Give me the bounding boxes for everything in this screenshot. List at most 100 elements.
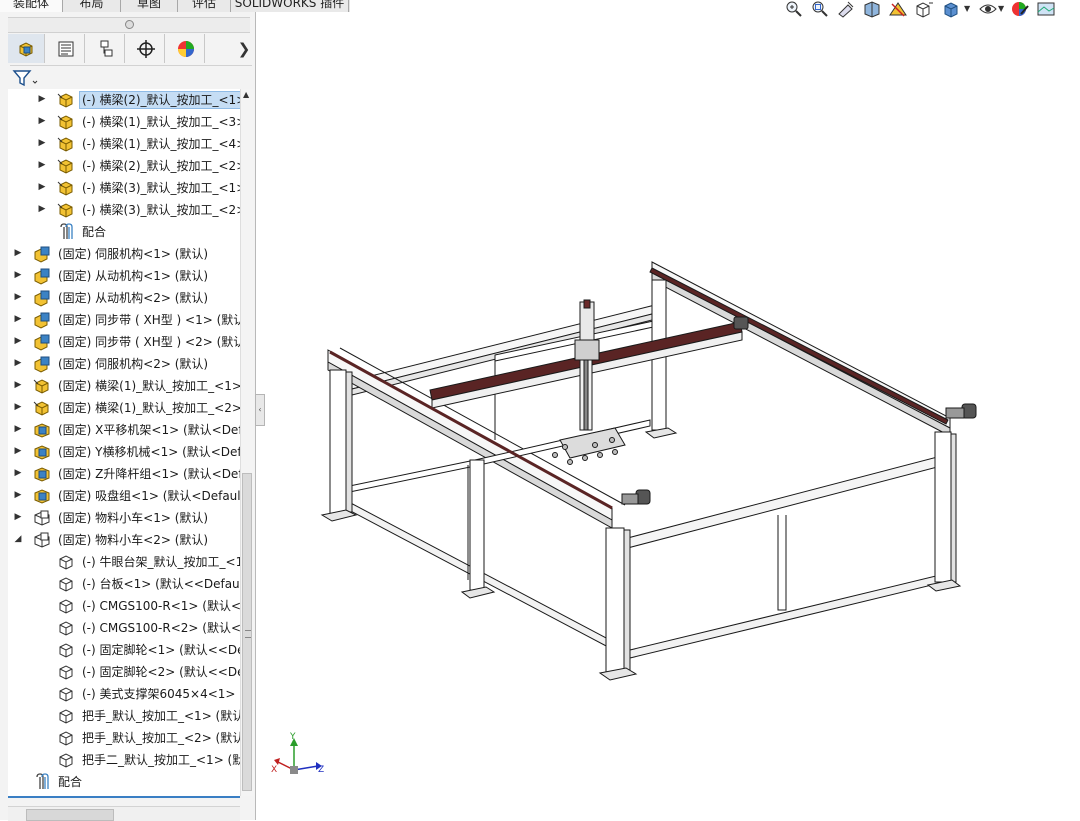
scrollbar-thumb[interactable] xyxy=(242,473,252,791)
part-icon xyxy=(56,178,76,198)
tab-layout[interactable]: 布局 xyxy=(63,0,121,12)
triad-z-label: Z xyxy=(318,765,324,775)
scene-icon[interactable] xyxy=(1036,0,1056,18)
tree-item[interactable]: ▶ (固定) 吸盘组<1> (默认<Default_ xyxy=(8,485,240,507)
tree-item-label: (-) 美式支撑架6045×4<1> (默 xyxy=(82,687,240,701)
chevron-right-icon[interactable]: ▶ xyxy=(12,357,24,369)
view-orientation-icon[interactable] xyxy=(914,0,934,18)
tree-item[interactable]: 把手_默认_按加工_<1> (默认) xyxy=(8,705,240,727)
panel-splitter[interactable] xyxy=(8,17,250,33)
tab-evaluate[interactable]: 评估 xyxy=(178,0,231,12)
tree-item[interactable]: ▶ (固定) 伺服机构<1> (默认) xyxy=(8,243,240,265)
chevron-down-icon[interactable]: ◢ xyxy=(12,533,24,545)
tree-item[interactable]: ▶ (-) 横梁(1)_默认_按加工_<3> xyxy=(8,111,240,133)
chevron-right-icon[interactable]: ▶ xyxy=(12,247,24,259)
tree-item-label: (固定) Y横移机械<1> (默认<Defa xyxy=(58,445,240,459)
part-outline-icon xyxy=(56,574,76,594)
hide-show-icon[interactable] xyxy=(978,0,998,18)
chevron-right-icon[interactable]: ▶ xyxy=(36,137,48,149)
tree-item[interactable]: 把手二_默认_按加工_<1> (默认 xyxy=(8,749,240,771)
chevron-right-icon[interactable]: ▶ xyxy=(36,93,48,105)
chevron-right-icon[interactable]: ▶ xyxy=(12,379,24,391)
chevron-right-icon[interactable]: ❯ xyxy=(236,34,252,63)
tree-item[interactable]: ◢ (固定) 物料小车<2> (默认) xyxy=(8,529,240,551)
tree-item[interactable]: ▶ (固定) 伺服机构<2> (默认) xyxy=(8,353,240,375)
heads-up-view-toolbar: ▼ ▼ xyxy=(782,0,1080,18)
tree-item-label: (固定) Z升降杆组<1> (默认<Defa xyxy=(58,467,240,481)
assembly-icon xyxy=(32,288,52,308)
tree-item[interactable]: (-) 美式支撑架6045×4<1> (默 xyxy=(8,683,240,705)
tree-item[interactable]: ▶ (-) 横梁(1)_默认_按加工_<4> xyxy=(8,133,240,155)
tree-item[interactable]: ▶ (固定) 横梁(1)_默认_按加工_<1> ( xyxy=(8,375,240,397)
tree-item[interactable]: ▶ (-) 横梁(2)_默认_按加工_<2> xyxy=(8,155,240,177)
zoom-to-area-icon[interactable] xyxy=(810,0,830,18)
tree-item[interactable]: ▶ (-) 横梁(3)_默认_按加工_<1> xyxy=(8,177,240,199)
chevron-right-icon[interactable]: ▶ xyxy=(12,269,24,281)
display-manager-tab[interactable] xyxy=(168,34,205,63)
tree-item-label: (固定) 伺服机构<2> (默认) xyxy=(58,357,209,371)
tree-item[interactable]: (-) 台板<1> (默认<<Default xyxy=(8,573,240,595)
tree-item[interactable]: (-) 固定脚轮<2> (默认<<Def xyxy=(8,661,240,683)
tree-item[interactable]: ▶ (固定) 物料小车<1> (默认) xyxy=(8,507,240,529)
chevron-right-icon[interactable]: ▶ xyxy=(36,115,48,127)
tree-vertical-scrollbar[interactable]: ▲ xyxy=(240,89,254,796)
featuremanager-tab[interactable] xyxy=(8,34,45,63)
chevron-right-icon[interactable]: ▶ xyxy=(12,401,24,413)
tree-item[interactable]: (-) CMGS100-R<2> (默认<< xyxy=(8,617,240,639)
assembly-icon xyxy=(32,266,52,286)
tree-item[interactable]: ▶ (固定) 从动机构<1> (默认) xyxy=(8,265,240,287)
tree-item[interactable]: 把手_默认_按加工_<2> (默认) xyxy=(8,727,240,749)
chevron-right-icon[interactable]: ▶ xyxy=(36,159,48,171)
chevron-right-icon[interactable]: ▶ xyxy=(36,181,48,193)
zoom-to-fit-icon[interactable] xyxy=(784,0,804,18)
tree-item[interactable]: 配合 xyxy=(8,771,240,793)
previous-view-icon[interactable] xyxy=(836,0,856,18)
chevron-right-icon[interactable]: ▶ xyxy=(36,203,48,215)
tab-sketch[interactable]: 草图 xyxy=(121,0,178,12)
part-outline-icon xyxy=(56,662,76,682)
tree-item[interactable]: (-) 牛眼台架_默认_按加工_<1: xyxy=(8,551,240,573)
chevron-right-icon[interactable]: ▶ xyxy=(12,445,24,457)
configurationmanager-tab[interactable] xyxy=(88,34,125,63)
tree-item[interactable]: ▶ (固定) 同步带 ( XH型 ) <2> (默认 xyxy=(8,331,240,353)
filter-icon[interactable] xyxy=(12,68,40,88)
tree-item[interactable]: ▶ (固定) Z升降杆组<1> (默认<Defa xyxy=(8,463,240,485)
tab-solidworks-addins[interactable]: SOLIDWORKS 插件 xyxy=(231,0,349,12)
hscrollbar-thumb[interactable] xyxy=(26,809,114,821)
chevron-right-icon[interactable]: ▶ xyxy=(12,291,24,303)
part-outline-icon xyxy=(56,618,76,638)
part-icon xyxy=(32,376,52,396)
tree-item[interactable]: (-) CMGS100-R<1> (默认<< xyxy=(8,595,240,617)
tree-item-label: (-) 固定脚轮<1> (默认<<Def xyxy=(82,643,240,657)
tree-item[interactable]: ▶ (固定) 横梁(1)_默认_按加工_<2> ( xyxy=(8,397,240,419)
scroll-up-icon[interactable]: ▲ xyxy=(243,90,249,99)
graphics-viewport[interactable]: Y X Z xyxy=(264,20,1080,820)
tree-horizontal-scrollbar[interactable] xyxy=(8,806,240,821)
tree-item-label: 把手_默认_按加工_<2> (默认) xyxy=(82,731,240,745)
dimxpert-tab[interactable] xyxy=(128,34,165,63)
section-view-icon[interactable] xyxy=(862,0,882,18)
tree-item[interactable]: (-) 固定脚轮<1> (默认<<Def xyxy=(8,639,240,661)
edit-appearance-icon[interactable] xyxy=(1010,0,1030,18)
chevron-down-icon[interactable]: ▼ xyxy=(964,4,970,13)
tree-item[interactable]: 配合 xyxy=(8,221,240,243)
chevron-right-icon[interactable]: ▶ xyxy=(12,511,24,523)
tree-item[interactable]: ▶ (固定) 同步带 ( XH型 ) <1> (默认 xyxy=(8,309,240,331)
chevron-right-icon[interactable]: ▶ xyxy=(12,335,24,347)
tree-item[interactable]: ▶ (固定) Y横移机械<1> (默认<Defa xyxy=(8,441,240,463)
tree-item[interactable]: ▶ (-) 横梁(3)_默认_按加工_<2> xyxy=(8,199,240,221)
tab-assembly[interactable]: 装配体 xyxy=(0,0,63,12)
tree-item[interactable]: ▶ (-) 横梁(2)_默认_按加工_<1> xyxy=(8,89,240,111)
tree-item[interactable]: ▶ (固定) 从动机构<2> (默认) xyxy=(8,287,240,309)
tree-rollback-bar[interactable] xyxy=(8,796,240,798)
chevron-down-icon[interactable]: ▼ xyxy=(998,4,1004,13)
chevron-right-icon[interactable]: ▶ xyxy=(12,423,24,435)
propertymanager-tab[interactable] xyxy=(48,34,85,63)
splitter-grip-icon[interactable] xyxy=(125,20,134,29)
display-style-icon[interactable] xyxy=(942,0,962,18)
chevron-right-icon[interactable]: ▶ xyxy=(12,467,24,479)
chevron-right-icon[interactable]: ▶ xyxy=(12,313,24,325)
chevron-right-icon[interactable]: ▶ xyxy=(12,489,24,501)
tree-item[interactable]: ▶ (固定) X平移机架<1> (默认<Defa xyxy=(8,419,240,441)
dynamic-annotation-icon[interactable] xyxy=(888,0,908,18)
